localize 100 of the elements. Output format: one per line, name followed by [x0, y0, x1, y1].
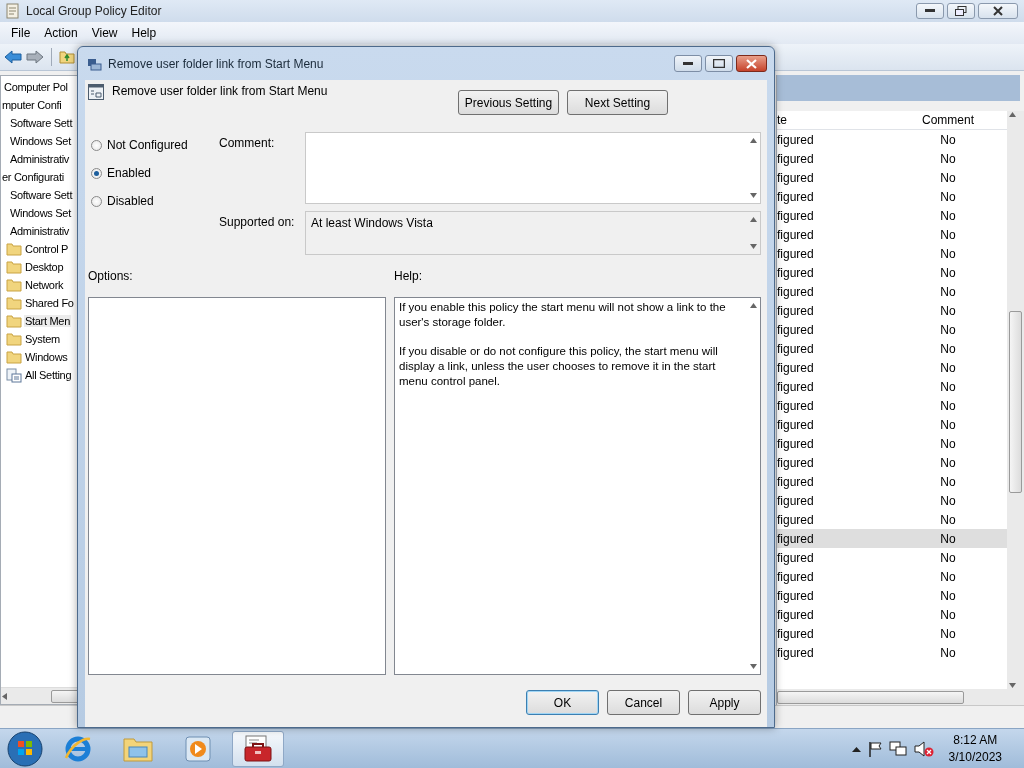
dialog-button[interactable]: OK	[526, 690, 599, 715]
scroll-up-icon[interactable]	[749, 137, 757, 144]
scroll-down-icon[interactable]	[749, 192, 757, 199]
tree-item[interactable]: Windows Set	[1, 132, 72, 150]
tree-item[interactable]: Windows	[1, 348, 69, 366]
list-row[interactable]: figured No	[777, 339, 1007, 358]
tree-item[interactable]: Administrativ	[1, 150, 71, 168]
tree-item[interactable]: Software Sett	[1, 114, 74, 132]
nav-button[interactable]: Previous Setting	[458, 90, 559, 115]
scroll-down-icon[interactable]	[749, 663, 757, 670]
list-row[interactable]: figured No	[777, 206, 1007, 225]
minimize-button[interactable]	[674, 55, 702, 72]
scroll-left-icon[interactable]	[1, 692, 8, 700]
list-row[interactable]: figured No	[777, 358, 1007, 377]
folder-icon	[6, 332, 22, 346]
list-row[interactable]: figured No	[777, 472, 1007, 491]
list-row[interactable]: figured No	[777, 301, 1007, 320]
restore-button[interactable]	[947, 3, 975, 19]
list-row[interactable]: figured No	[777, 168, 1007, 187]
scroll-up-icon[interactable]	[1008, 111, 1016, 118]
list-row[interactable]: figured No	[777, 510, 1007, 529]
comment-field[interactable]	[305, 132, 761, 204]
list-row[interactable]: figured No	[777, 624, 1007, 643]
list-row[interactable]: figured No	[777, 263, 1007, 282]
table-cell-text: No	[939, 379, 957, 394]
tree-item[interactable]: er Configurati	[1, 168, 65, 186]
tree-item[interactable]: Start Men	[1, 312, 71, 330]
close-button[interactable]	[978, 3, 1018, 19]
list-row[interactable]: figured No	[777, 244, 1007, 263]
column-header[interactable]: Comment	[889, 111, 1007, 129]
list-row[interactable]: figured No	[777, 453, 1007, 472]
flag-icon[interactable]	[867, 741, 882, 757]
minimize-button[interactable]	[916, 3, 944, 19]
scrollbar-thumb[interactable]	[777, 691, 964, 704]
list-row[interactable]: figured No	[777, 643, 1007, 662]
caret-up-icon[interactable]	[851, 746, 861, 752]
table-cell-text: figured	[777, 360, 815, 375]
volume-muted-icon[interactable]	[913, 741, 934, 757]
list-row[interactable]: figured No	[777, 149, 1007, 168]
folder-icon	[6, 350, 22, 364]
list-row[interactable]: figured No	[777, 396, 1007, 415]
list-row[interactable]: figured No	[777, 377, 1007, 396]
folder-up-icon[interactable]	[59, 50, 75, 64]
scroll-down-icon[interactable]	[749, 243, 757, 250]
tree-item[interactable]: Windows Set	[1, 204, 72, 222]
tree-item[interactable]: Software Sett	[1, 186, 74, 204]
tree-item[interactable]: All Setting	[1, 366, 73, 384]
tree-item[interactable]: Computer Pol	[1, 78, 69, 96]
menu-item[interactable]: Help	[124, 24, 164, 42]
tree-item[interactable]: Administrativ	[1, 222, 71, 240]
section-label: Help:	[394, 269, 422, 285]
taskbar-app[interactable]	[232, 731, 284, 767]
radio-option[interactable]: Not Configured	[91, 138, 219, 152]
menu-item[interactable]: View	[84, 24, 125, 42]
dialog-button[interactable]: Cancel	[607, 690, 680, 715]
column-header[interactable]: te	[777, 111, 889, 129]
tree-item[interactable]: Network	[1, 276, 65, 294]
maximize-icon	[713, 59, 725, 68]
list-row[interactable]: figured No	[777, 225, 1007, 244]
scrollbar-thumb[interactable]	[51, 690, 77, 703]
radio-option[interactable]: Enabled	[91, 166, 219, 180]
tree-item[interactable]: Desktop	[1, 258, 65, 276]
nav-button[interactable]: Next Setting	[567, 90, 668, 115]
scroll-up-icon[interactable]	[749, 302, 757, 309]
tree-item[interactable]: Control P	[1, 240, 70, 258]
list-row[interactable]: figured No	[777, 605, 1007, 624]
horizontal-scrollbar[interactable]	[777, 689, 1024, 705]
horizontal-scrollbar[interactable]	[1, 687, 77, 704]
table-cell-text: figured	[777, 322, 815, 337]
clock-time[interactable]: 8:12 AM	[953, 732, 998, 749]
list-row[interactable]: figured No	[777, 529, 1007, 548]
minimize-icon	[683, 61, 693, 66]
list-row[interactable]: figured No	[777, 491, 1007, 510]
list-row[interactable]: figured No	[777, 282, 1007, 301]
list-row[interactable]: figured No	[777, 320, 1007, 339]
close-button[interactable]	[736, 55, 767, 72]
network-icon[interactable]	[888, 741, 907, 757]
list-row[interactable]: figured No	[777, 567, 1007, 586]
vertical-scrollbar[interactable]	[1007, 111, 1024, 689]
list-row[interactable]: figured No	[777, 434, 1007, 453]
scroll-up-icon[interactable]	[749, 216, 757, 223]
tree-item[interactable]: mputer Confi	[1, 96, 63, 114]
scrollbar-thumb[interactable]	[1009, 311, 1022, 493]
tree-item[interactable]: Shared Fo	[1, 294, 75, 312]
maximize-button[interactable]	[705, 55, 733, 72]
list-row[interactable]: figured No	[777, 548, 1007, 567]
start-orb-icon[interactable]	[6, 730, 44, 768]
radio-option[interactable]: Disabled	[91, 194, 219, 208]
table-cell-text: No	[939, 607, 957, 622]
list-row[interactable]: figured No	[777, 586, 1007, 605]
back-icon[interactable]	[4, 50, 22, 64]
clock-date[interactable]: 3/10/2023	[948, 749, 1002, 766]
forward-icon[interactable]	[26, 50, 44, 64]
list-row[interactable]: figured No	[777, 415, 1007, 434]
list-row[interactable]: figured No	[777, 187, 1007, 206]
menu-item[interactable]: File	[4, 24, 38, 42]
list-row[interactable]: figured No	[777, 130, 1007, 149]
tree-item[interactable]: System	[1, 330, 61, 348]
menu-item[interactable]: Action	[37, 24, 85, 42]
dialog-button[interactable]: Apply	[688, 690, 761, 715]
